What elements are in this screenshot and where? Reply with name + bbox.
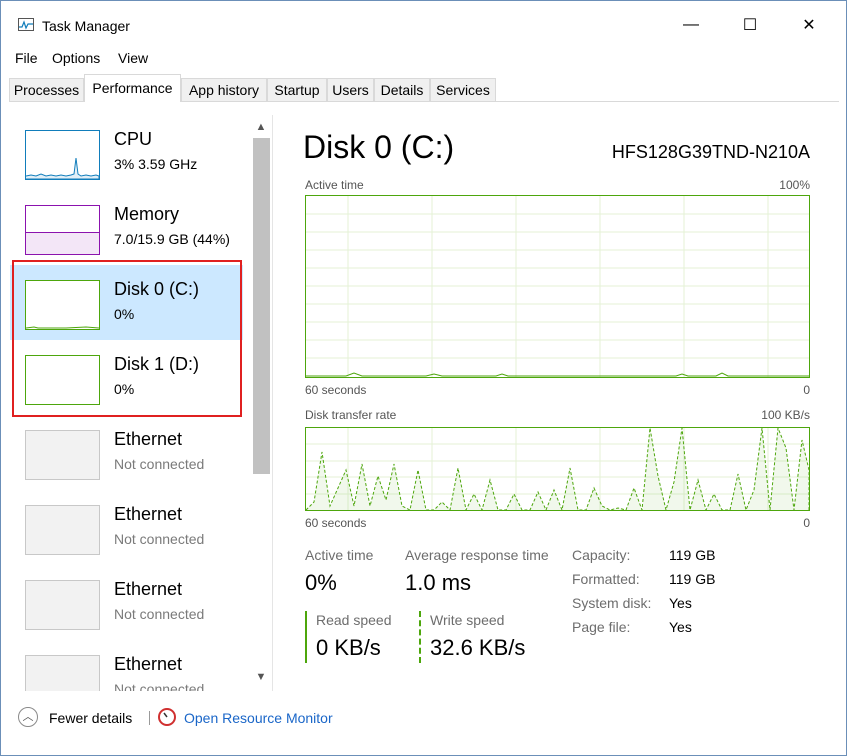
tab-processes[interactable]: Processes <box>9 78 84 101</box>
write-speed-label: Write speed <box>430 612 505 628</box>
window-title: Task Manager <box>42 18 130 34</box>
read-speed-indicator <box>305 611 307 663</box>
title-bar: Task Manager — ☐ ✕ <box>1 1 846 34</box>
resource-monitor-icon[interactable] <box>158 708 176 726</box>
page-file-value: Yes <box>669 619 692 635</box>
minimize-button[interactable]: — <box>668 10 714 40</box>
resource-detail: Not connected <box>114 531 205 547</box>
resource-name: Ethernet <box>114 654 183 674</box>
resource-item-ethernet[interactable]: Ethernet Not connected <box>10 415 243 490</box>
active-time-value: 0% <box>305 570 337 595</box>
disk-title: Disk 0 (C:) <box>303 129 455 165</box>
capacity-label: Capacity: <box>572 547 631 563</box>
resource-list-scrollbar[interactable]: ▲ ▼ <box>251 115 271 691</box>
active-time-graph <box>305 195 810 378</box>
system-disk-label: System disk: <box>572 595 652 611</box>
task-manager-window: Task Manager — ☐ ✕ File Options View Pro… <box>0 0 847 756</box>
footer-bar: ︿ Fewer details Open Resource Monitor <box>1 701 846 741</box>
resource-detail: Not connected <box>114 681 205 691</box>
task-manager-icon <box>18 18 34 31</box>
ethernet-thumbnail-graph <box>25 655 100 691</box>
resource-item-cpu[interactable]: CPU 3% 3.59 GHz <box>10 115 243 190</box>
tab-details[interactable]: Details <box>374 78 430 101</box>
transfer-rate-graph <box>305 427 810 512</box>
resource-detail: Not connected <box>114 606 205 622</box>
resource-detail: 3% 3.59 GHz <box>114 156 198 172</box>
transfer-rate-graph-max: 100 KB/s <box>761 408 810 422</box>
avg-response-value: 1.0 ms <box>405 570 472 595</box>
resource-detail: Not connected <box>114 456 205 472</box>
transfer-rate-graph-time: 60 seconds <box>305 516 367 530</box>
active-time-graph-min: 0 <box>803 383 810 397</box>
resource-name: Ethernet <box>114 579 183 599</box>
read-speed-label: Read speed <box>316 612 392 628</box>
tab-app-history[interactable]: App history <box>181 78 267 101</box>
active-time-label: Active time <box>305 547 374 563</box>
tab-startup[interactable]: Startup <box>267 78 327 101</box>
resource-item-ethernet[interactable]: Ethernet Not connected <box>10 640 243 691</box>
menu-file[interactable]: File <box>15 50 38 66</box>
open-resource-monitor-link[interactable]: Open Resource Monitor <box>184 710 333 726</box>
active-time-graph-label: Active time <box>305 178 364 192</box>
menu-options[interactable]: Options <box>52 50 100 66</box>
cpu-thumbnail-graph <box>25 130 100 180</box>
transfer-rate-graph-label: Disk transfer rate <box>305 408 397 422</box>
system-disk-value: Yes <box>669 595 692 611</box>
ethernet-thumbnail-graph <box>25 505 100 555</box>
capacity-value: 119 GB <box>669 547 716 563</box>
ethernet-thumbnail-graph <box>25 580 100 630</box>
resource-name: CPU <box>114 129 153 149</box>
resource-detail: 7.0/15.9 GB (44%) <box>114 231 230 247</box>
write-speed-value: 32.6 KB/s <box>430 635 526 660</box>
scroll-up-arrow-icon[interactable]: ▲ <box>251 118 271 136</box>
tab-users[interactable]: Users <box>327 78 374 101</box>
resource-item-ethernet[interactable]: Ethernet Not connected <box>10 490 243 565</box>
tab-performance[interactable]: Performance <box>84 74 181 102</box>
tab-services[interactable]: Services <box>430 78 496 101</box>
formatted-value: 119 GB <box>669 571 716 587</box>
resource-name: Ethernet <box>114 429 183 449</box>
highlight-annotation-box <box>12 260 242 417</box>
active-time-graph-max: 100% <box>779 178 810 192</box>
chevron-up-icon[interactable]: ︿ <box>18 707 38 727</box>
fewer-details-link[interactable]: Fewer details <box>49 710 132 726</box>
resource-item-memory[interactable]: Memory 7.0/15.9 GB (44%) <box>10 190 243 265</box>
ethernet-thumbnail-graph <box>25 430 100 480</box>
resource-name: Memory <box>114 204 180 224</box>
page-file-label: Page file: <box>572 619 631 635</box>
tab-bar: Processes Performance App history Startu… <box>9 74 839 102</box>
disk-model: HFS128G39TND-N210A <box>611 142 810 162</box>
footer-separator <box>149 711 150 725</box>
menu-view[interactable]: View <box>118 50 148 66</box>
write-speed-indicator <box>419 611 421 663</box>
scroll-thumb[interactable] <box>253 138 270 474</box>
maximize-button[interactable]: ☐ <box>727 10 773 40</box>
formatted-label: Formatted: <box>572 571 640 587</box>
read-speed-value: 0 KB/s <box>316 635 381 660</box>
active-time-graph-time: 60 seconds <box>305 383 367 397</box>
resource-name: Ethernet <box>114 504 183 524</box>
transfer-rate-graph-min: 0 <box>803 516 810 530</box>
resource-item-ethernet[interactable]: Ethernet Not connected <box>10 565 243 640</box>
avg-response-label: Average response time <box>405 547 549 563</box>
scroll-down-arrow-icon[interactable]: ▼ <box>251 668 271 686</box>
disk-detail-panel: Disk 0 (C:) HFS128G39TND-N210A Active ti… <box>296 115 826 691</box>
close-button[interactable]: ✕ <box>786 10 832 40</box>
memory-thumbnail-graph <box>25 205 100 255</box>
